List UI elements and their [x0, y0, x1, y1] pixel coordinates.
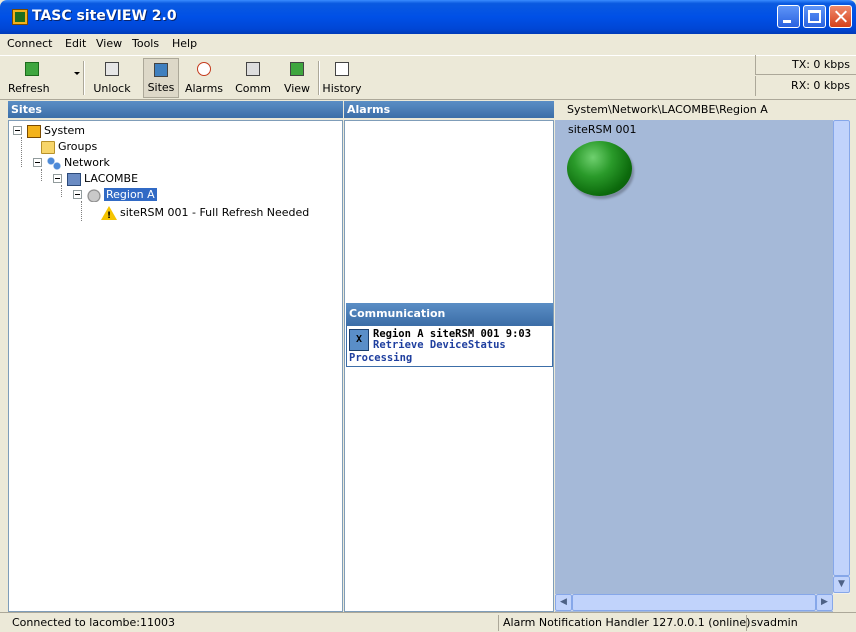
scroll-left-arrow-icon[interactable]: ◀	[555, 594, 572, 611]
menu-help[interactable]: Help	[172, 37, 197, 50]
history-button[interactable]: History	[322, 58, 362, 98]
map-vertical-scrollbar[interactable]: ▼	[833, 120, 850, 594]
connection-status: Connected to lacombe:11003	[12, 616, 176, 629]
toolbar-separator	[318, 61, 320, 95]
sites-panel: System Groups Network LACOMBE Region A s…	[8, 120, 343, 612]
status-bar: Connected to lacombe:11003 Alarm Notific…	[0, 612, 856, 632]
alarm-clock-icon	[197, 62, 211, 76]
device-label: siteRSM 001	[568, 123, 637, 136]
horizontal-scroll-thumb[interactable]	[572, 594, 816, 611]
menu-tools[interactable]: Tools	[132, 37, 159, 50]
refresh-dropdown-arrow[interactable]	[74, 72, 80, 75]
app-icon	[12, 9, 28, 25]
menu-bar: Connect Edit View Tools Help	[0, 34, 856, 54]
refresh-icon	[25, 62, 39, 76]
tree-label: LACOMBE	[84, 172, 139, 185]
collapse-icon[interactable]	[73, 190, 82, 199]
comm-button[interactable]: Comm	[231, 58, 275, 98]
collapse-icon[interactable]	[33, 158, 42, 167]
comm-message-action: Retrieve DeviceStatus	[373, 339, 506, 351]
comm-label: Comm	[235, 82, 271, 95]
toolbar-separator	[83, 61, 85, 95]
unlock-label: Unlock	[93, 82, 131, 95]
region-icon	[87, 188, 101, 202]
scroll-right-arrow-icon[interactable]: ▶	[816, 594, 833, 611]
tree-line	[81, 201, 82, 221]
system-icon	[27, 124, 41, 138]
menu-connect[interactable]: Connect	[7, 37, 52, 50]
comm-arrows-icon	[246, 62, 260, 76]
tree-item-network[interactable]: Network	[33, 155, 110, 171]
view-icon	[290, 62, 304, 76]
alarms-header: Alarms	[344, 101, 554, 118]
sites-label: Sites	[147, 81, 175, 94]
history-icon	[335, 62, 349, 76]
sites-header: Sites	[8, 101, 343, 118]
user-status: svadmin	[746, 615, 850, 631]
tree-label: siteRSM 001 - Full Refresh Needed	[120, 206, 310, 219]
unlock-button[interactable]: Unlock	[89, 58, 135, 98]
collapse-icon[interactable]	[53, 174, 62, 183]
tree-item-siterSM-001[interactable]: siteRSM 001 - Full Refresh Needed	[101, 205, 310, 224]
collapse-icon[interactable]	[13, 126, 22, 135]
computer-icon	[67, 172, 81, 186]
history-label: History	[322, 82, 362, 95]
communication-header: Communication	[346, 303, 553, 325]
view-button[interactable]: View	[279, 58, 315, 98]
refresh-button[interactable]: Refresh	[4, 58, 74, 98]
sites-icon	[154, 63, 168, 77]
title-bar[interactable]: TASC siteVIEW 2.0	[0, 0, 856, 34]
minimize-button[interactable]	[777, 5, 800, 28]
tree-item-system[interactable]: System	[13, 123, 85, 139]
communication-entry: X Region A siteRSM 001 9:03 Retrieve Dev…	[346, 325, 553, 367]
menu-edit[interactable]: Edit	[65, 37, 86, 50]
map-breadcrumb: System\Network\LACOMBE\Region A	[555, 101, 856, 118]
tree-item-region-a[interactable]: Region A	[73, 187, 157, 203]
toolbar: Refresh Unlock Sites Alarms Comm View Hi…	[0, 55, 856, 100]
window-title: TASC siteVIEW 2.0	[32, 8, 177, 24]
tree-item-groups[interactable]: Groups	[33, 139, 97, 155]
map-horizontal-scrollbar[interactable]: ◀ ▶	[555, 594, 833, 611]
maximize-button[interactable]	[803, 5, 826, 28]
tree-label: Groups	[58, 140, 98, 153]
device-status-indicator[interactable]	[567, 141, 632, 196]
rx-rate: RX: 0 kbps	[755, 76, 856, 96]
handler-status: Alarm Notification Handler 127.0.0.1 (on…	[498, 615, 750, 631]
view-label: View	[283, 82, 311, 95]
warning-icon	[101, 206, 117, 224]
lock-icon	[105, 62, 119, 76]
folder-icon	[41, 140, 55, 154]
tree-item-lacombe[interactable]: LACOMBE	[53, 171, 138, 187]
alarms-button[interactable]: Alarms	[183, 58, 225, 98]
tree-label: Network	[64, 156, 110, 169]
tree-label: Region A	[104, 188, 157, 201]
refresh-label: Refresh	[8, 82, 50, 95]
scroll-down-arrow-icon[interactable]: ▼	[833, 576, 850, 593]
vertical-scroll-thumb[interactable]	[833, 120, 850, 576]
comm-message-status: Processing	[349, 352, 413, 364]
alarms-label: Alarms	[184, 82, 224, 95]
sites-button[interactable]: Sites	[143, 58, 179, 98]
tree-label: System	[44, 124, 86, 137]
comm-close-button[interactable]: X	[349, 329, 369, 351]
tx-rate: TX: 0 kbps	[755, 55, 856, 75]
tree-line	[21, 137, 22, 167]
network-icon	[47, 156, 61, 170]
close-button[interactable]	[829, 5, 852, 28]
menu-view[interactable]: View	[96, 37, 122, 50]
